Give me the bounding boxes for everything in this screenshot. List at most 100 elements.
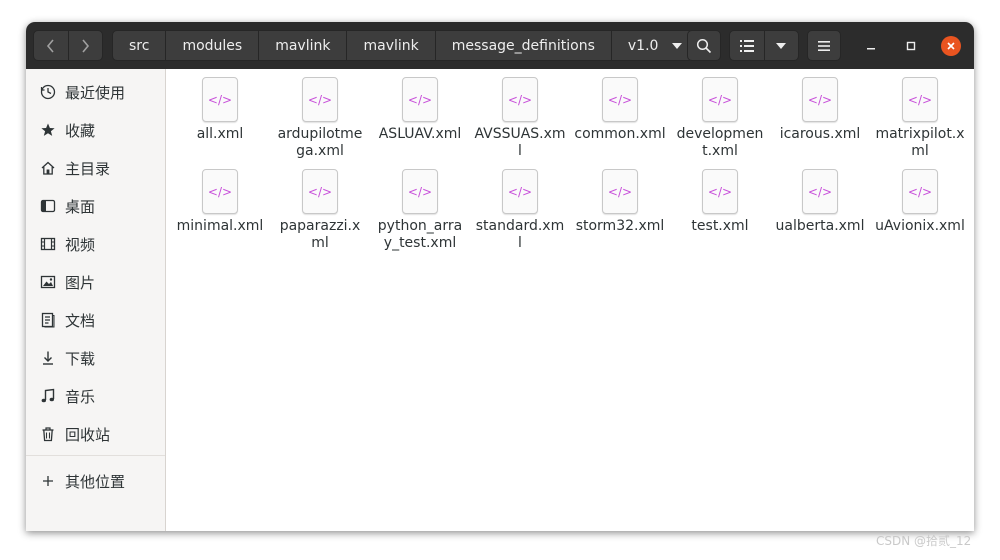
breadcrumb-label: v1.0 xyxy=(627,37,659,54)
svg-text:</>: </> xyxy=(508,93,532,107)
file-item[interactable]: </> development.xml xyxy=(670,77,770,160)
xml-file-icon: </> xyxy=(502,169,538,214)
file-item[interactable]: </> python_array_test.xml xyxy=(370,169,470,252)
file-name: uAvionix.xml xyxy=(875,218,965,234)
file-grid: </> all.xml </> ardupilotmega.xml </> AS… xyxy=(166,69,974,531)
file-name: all.xml xyxy=(196,126,244,142)
sidebar-item-downloads[interactable]: 下载 xyxy=(26,341,165,375)
svg-text:</>: </> xyxy=(308,93,332,107)
file-item[interactable]: </> uAvionix.xml xyxy=(870,169,970,235)
breadcrumb-label: modules xyxy=(182,37,243,54)
xml-file-icon: </> xyxy=(602,169,638,214)
view-toggle-group xyxy=(729,30,799,61)
breadcrumb-item[interactable]: message_definitions xyxy=(436,31,612,60)
caret-down-icon xyxy=(672,42,683,49)
breadcrumb-label: message_definitions xyxy=(451,37,595,54)
xml-file-icon: </> xyxy=(402,77,438,122)
forward-button[interactable] xyxy=(67,31,103,60)
breadcrumb-label: src xyxy=(129,37,150,54)
file-item[interactable]: </> all.xml xyxy=(170,77,270,143)
sidebar-item-starred[interactable]: 收藏 xyxy=(26,113,165,147)
file-name: storm32.xml xyxy=(575,218,665,234)
svg-text:</>: </> xyxy=(708,185,732,199)
sidebar-divider xyxy=(26,455,165,456)
view-options-button[interactable] xyxy=(763,31,799,60)
svg-text:</>: </> xyxy=(308,185,332,199)
file-item[interactable]: </> common.xml xyxy=(570,77,670,143)
file-item[interactable]: </> ASLUAV.xml xyxy=(370,77,470,143)
breadcrumb-item[interactable]: modules xyxy=(166,31,260,60)
home-icon xyxy=(39,159,57,177)
sidebar-item-recent[interactable]: 最近使用 xyxy=(26,75,165,109)
file-name: paparazzi.xml xyxy=(279,218,361,251)
picture-icon xyxy=(39,273,57,291)
xml-file-icon: </> xyxy=(202,169,238,214)
breadcrumb-item[interactable]: src xyxy=(113,31,167,60)
xml-file-icon: </> xyxy=(502,77,538,122)
watermark: CSDN @拾贰_12 xyxy=(876,534,972,548)
sidebar-item-label: 最近使用 xyxy=(65,83,126,102)
list-view-icon xyxy=(739,39,754,52)
file-item[interactable]: </> AVSSUAS.xml xyxy=(470,77,570,160)
svg-text:</>: </> xyxy=(208,185,232,199)
menu-button[interactable] xyxy=(807,30,841,61)
sidebar-item-desktop[interactable]: 桌面 xyxy=(26,189,165,223)
sidebar-item-label: 主目录 xyxy=(65,159,111,178)
xml-file-icon: </> xyxy=(202,77,238,122)
sidebar-item-videos[interactable]: 视频 xyxy=(26,227,165,261)
file-item[interactable]: </> icarous.xml xyxy=(770,77,870,143)
file-item[interactable]: </> test.xml xyxy=(670,169,770,235)
file-name: ASLUAV.xml xyxy=(378,126,462,142)
xml-file-icon: </> xyxy=(902,77,938,122)
breadcrumb-item[interactable]: mavlink xyxy=(347,31,436,60)
breadcrumb-current[interactable]: v1.0 xyxy=(612,31,693,60)
file-item[interactable]: </> matrixpilot.xml xyxy=(870,77,970,160)
xml-file-icon: </> xyxy=(802,77,838,122)
search-button[interactable] xyxy=(687,30,721,61)
close-icon xyxy=(947,42,955,50)
file-name: python_array_test.xml xyxy=(377,218,463,251)
maximize-button[interactable] xyxy=(901,36,921,56)
file-item[interactable]: </> ualberta.xml xyxy=(770,169,870,235)
xml-file-icon: </> xyxy=(702,169,738,214)
svg-text:</>: </> xyxy=(208,93,232,107)
file-item[interactable]: </> standard.xml xyxy=(470,169,570,252)
file-manager-window: src modules mavlink mavlink message_defi… xyxy=(26,22,974,531)
download-icon xyxy=(39,349,57,367)
file-name: development.xml xyxy=(676,126,764,159)
sidebar-item-label: 视频 xyxy=(65,235,96,254)
sidebar: 最近使用 收藏 主目录 桌面 视频 图片 文档 下载 音乐 回收站 其他位置 xyxy=(26,69,166,531)
sidebar-item-label: 回收站 xyxy=(65,425,111,444)
list-view-button[interactable] xyxy=(730,31,764,60)
file-item[interactable]: </> minimal.xml xyxy=(170,169,270,235)
close-button[interactable] xyxy=(941,36,961,56)
file-item[interactable]: </> storm32.xml xyxy=(570,169,670,235)
breadcrumb-item[interactable]: mavlink xyxy=(259,31,348,60)
music-icon xyxy=(39,387,57,405)
sidebar-item-pictures[interactable]: 图片 xyxy=(26,265,165,299)
caret-down-icon xyxy=(776,42,787,49)
file-item[interactable]: </> ardupilotmega.xml xyxy=(270,77,370,160)
svg-text:</>: </> xyxy=(908,185,932,199)
sidebar-item-other-locations[interactable]: 其他位置 xyxy=(26,464,165,498)
back-button[interactable] xyxy=(34,31,68,60)
sidebar-item-label: 文档 xyxy=(65,311,96,330)
video-icon xyxy=(39,235,57,253)
sidebar-item-trash[interactable]: 回收站 xyxy=(26,417,165,451)
navigation-buttons xyxy=(33,30,103,61)
xml-file-icon: </> xyxy=(602,77,638,122)
svg-text:</>: </> xyxy=(808,93,832,107)
file-item[interactable]: </> paparazzi.xml xyxy=(270,169,370,252)
minimize-button[interactable] xyxy=(861,36,881,56)
sidebar-item-home[interactable]: 主目录 xyxy=(26,151,165,185)
sidebar-item-label: 桌面 xyxy=(65,197,96,216)
star-icon xyxy=(39,121,57,139)
file-name: standard.xml xyxy=(475,218,565,251)
xml-file-icon: </> xyxy=(302,169,338,214)
sidebar-item-documents[interactable]: 文档 xyxy=(26,303,165,337)
file-name: matrixpilot.xml xyxy=(875,126,965,159)
sidebar-item-music[interactable]: 音乐 xyxy=(26,379,165,413)
sidebar-item-label: 下载 xyxy=(65,349,96,368)
minimize-icon xyxy=(867,48,875,50)
chevron-right-icon xyxy=(82,38,90,53)
